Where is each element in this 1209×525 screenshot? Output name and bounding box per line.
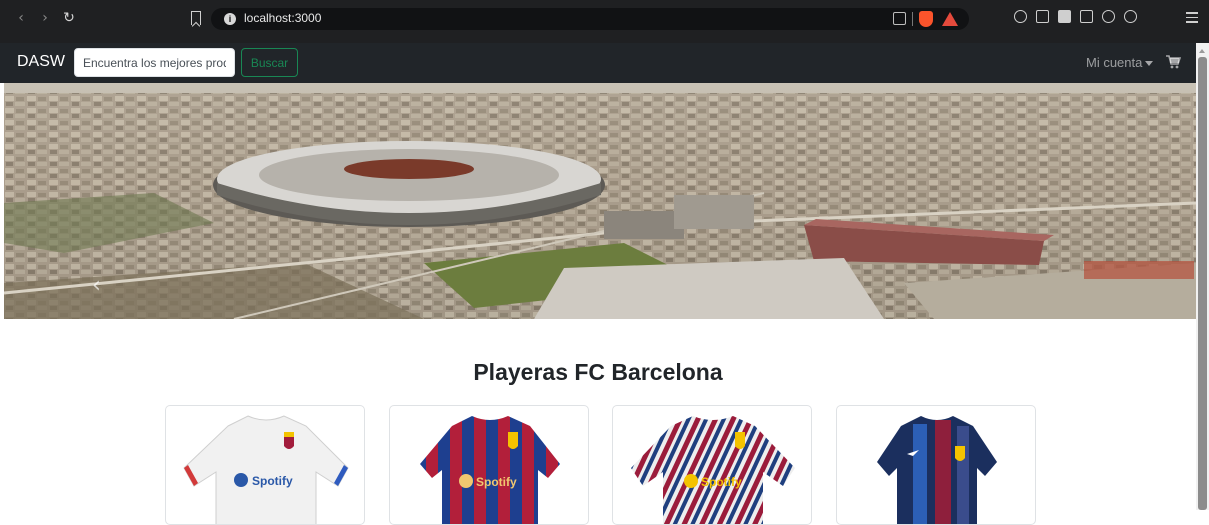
site-info-icon[interactable]: i	[224, 13, 236, 25]
blue-red-jersey-image	[877, 416, 997, 524]
separator	[912, 12, 913, 26]
menu-icon[interactable]	[1186, 12, 1198, 26]
svg-text:Spotify: Spotify	[252, 474, 293, 488]
brave-shields-icon[interactable]	[919, 11, 933, 27]
scrollbar-thumb[interactable]	[1198, 57, 1207, 510]
stadium-aerial-image	[4, 83, 1196, 319]
share-icon[interactable]	[893, 12, 906, 25]
product-card[interactable]: Spotify	[612, 405, 812, 525]
downloads-icon[interactable]	[1036, 10, 1049, 23]
site-navbar: DASW Buscar Mi cuenta	[0, 43, 1196, 83]
svg-text:Spotify: Spotify	[701, 475, 742, 489]
account-dropdown[interactable]: Mi cuenta	[1086, 55, 1142, 70]
sidebar-icon[interactable]	[1058, 10, 1071, 23]
vpn-icon[interactable]	[1124, 10, 1137, 23]
browser-toolbar: ‹ › ↻ i localhost:3000	[0, 0, 1209, 43]
carousel-prev-icon[interactable]: ‹	[92, 273, 101, 298]
brave-rewards-icon[interactable]	[942, 12, 958, 26]
forward-icon[interactable]: ›	[38, 10, 52, 26]
product-card[interactable]: Spotify	[389, 405, 589, 525]
product-card[interactable]	[836, 405, 1036, 525]
reload-icon[interactable]: ↻	[62, 10, 76, 26]
leo-icon[interactable]	[1102, 10, 1115, 23]
white-jersey-image: Spotify	[183, 415, 349, 524]
search-input[interactable]	[74, 48, 235, 77]
wallet-icon[interactable]	[1080, 10, 1093, 23]
cart-icon[interactable]	[1165, 54, 1181, 69]
hero-carousel: ‹	[4, 83, 1196, 319]
url-text[interactable]: localhost:3000	[244, 11, 321, 25]
striped-jersey-image: Spotify	[631, 416, 795, 524]
scroll-up-icon[interactable]	[1199, 49, 1205, 53]
blue-red-stripe-jersey-image: Spotify	[420, 416, 560, 524]
address-bar[interactable]: i localhost:3000	[211, 8, 969, 30]
product-card[interactable]: Spotify	[165, 405, 365, 525]
back-icon[interactable]: ‹	[14, 10, 28, 26]
extensions-icon[interactable]	[1014, 10, 1027, 23]
search-button[interactable]: Buscar	[241, 48, 298, 77]
page-title: Playeras FC Barcelona	[473, 359, 723, 385]
brand-logo[interactable]: DASW	[17, 53, 65, 71]
chevron-down-icon[interactable]	[1145, 61, 1153, 66]
page-scrollbar[interactable]	[1196, 43, 1209, 510]
svg-text:Spotify: Spotify	[476, 475, 517, 489]
bookmark-icon[interactable]	[191, 11, 201, 25]
